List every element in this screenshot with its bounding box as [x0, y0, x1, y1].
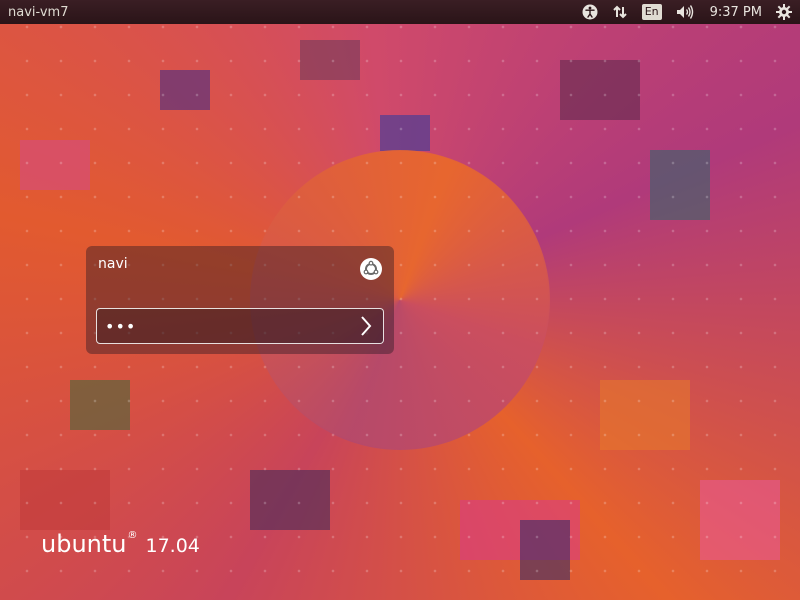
- login-box: navi •••: [86, 246, 394, 354]
- settings-gear-icon[interactable]: [776, 0, 792, 24]
- chevron-right-icon[interactable]: [349, 309, 383, 343]
- indicator-area: En 9:37 PM: [568, 0, 800, 24]
- password-input[interactable]: •••: [97, 317, 349, 336]
- hostname-label: navi-vm7: [8, 4, 69, 20]
- keyboard-layout-icon[interactable]: En: [641, 0, 662, 24]
- top-panel: navi-vm7 En 9:37 PM: [0, 0, 800, 24]
- password-field[interactable]: •••: [96, 308, 384, 344]
- clock[interactable]: 9:37 PM: [710, 0, 762, 24]
- accessibility-icon[interactable]: [582, 0, 598, 24]
- ubuntu-logo-text: ubuntu: [41, 530, 127, 558]
- volume-icon[interactable]: [676, 0, 694, 24]
- username-label[interactable]: navi: [98, 256, 128, 272]
- distro-branding: ubuntu ® 17.04: [41, 530, 200, 558]
- network-icon[interactable]: [612, 0, 628, 24]
- version-label: 17.04: [145, 535, 200, 557]
- language-indicator: En: [641, 4, 662, 20]
- ubuntu-session-icon[interactable]: [360, 258, 382, 280]
- registered-mark: ®: [127, 530, 138, 541]
